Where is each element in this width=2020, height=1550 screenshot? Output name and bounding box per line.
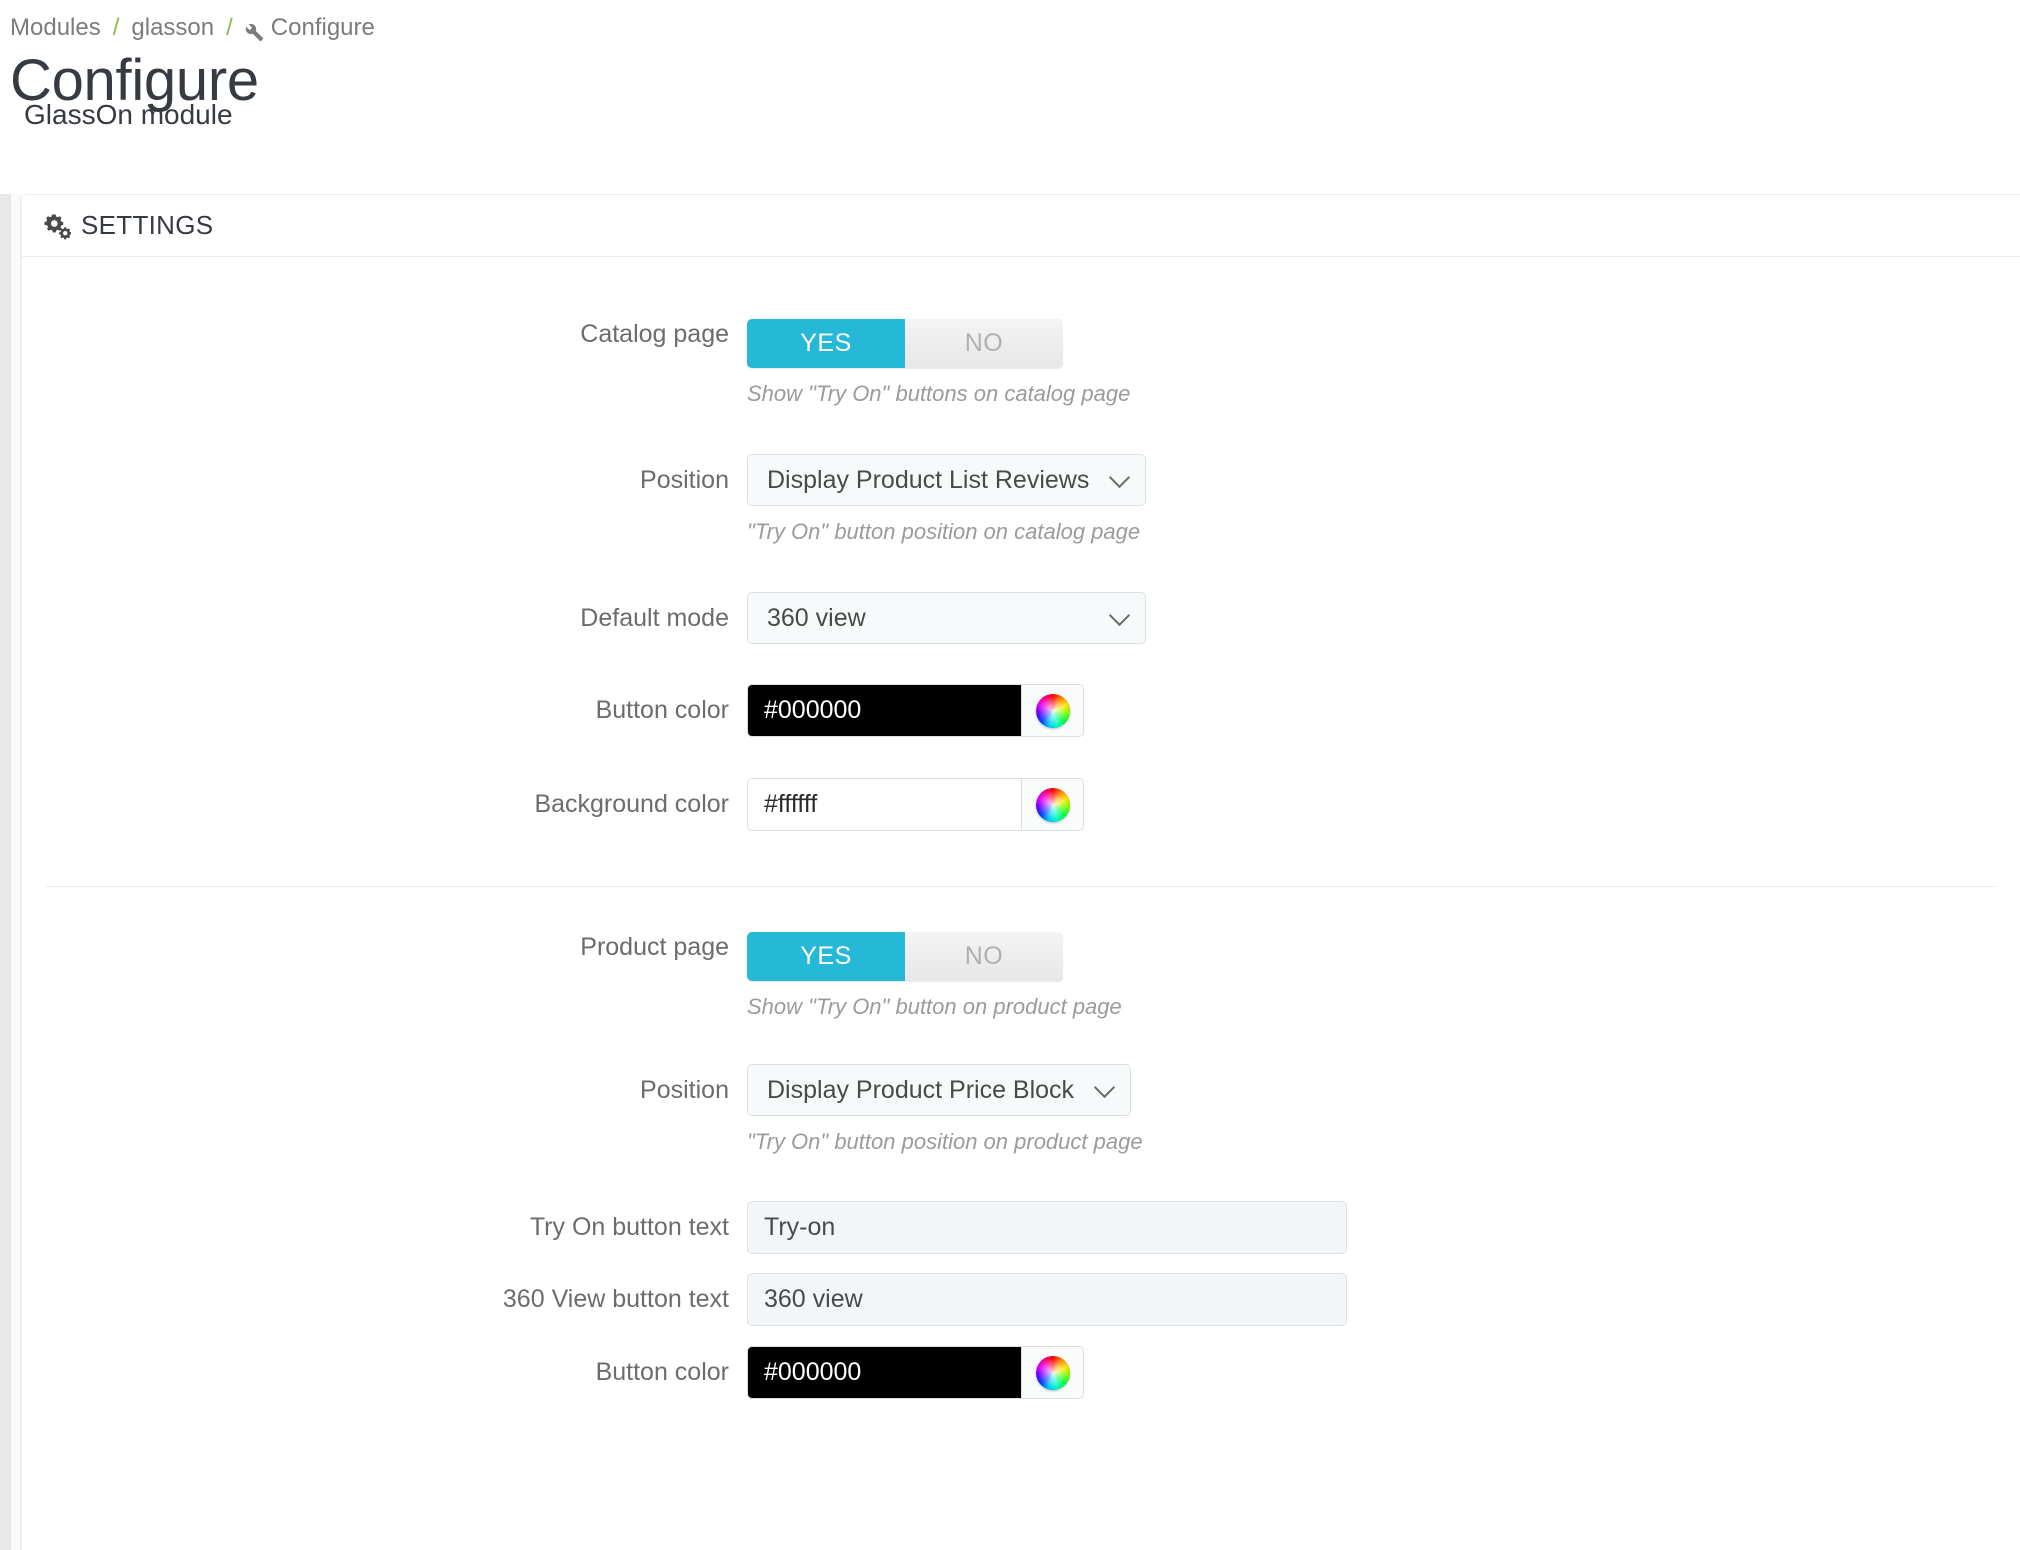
settings-panel-header: SETTINGS <box>22 195 2020 256</box>
select-default-mode[interactable]: 360 view <box>747 592 1146 644</box>
color-group-product-button: #000000 <box>747 1346 1084 1399</box>
color-wheel-icon <box>1036 1356 1070 1390</box>
form-row-360-view-button-text: 360 View button text <box>22 1273 2020 1326</box>
input-360-view-button-text[interactable] <box>747 1273 1347 1326</box>
breadcrumb-separator: / <box>226 14 233 42</box>
form-row-try-on-button-text: Try On button text <box>22 1201 2020 1254</box>
form-row-catalog-button-color: Button color #000000 <box>22 684 2020 737</box>
input-catalog-background-color[interactable]: #ffffff <box>748 779 1021 830</box>
help-catalog-position: "Try On" button position on catalog page <box>747 518 2020 547</box>
label-product-position: Position <box>22 1064 747 1105</box>
color-wheel-icon <box>1036 788 1070 822</box>
label-catalog-button-color: Button color <box>22 684 747 725</box>
help-product-page: Show "Try On" button on product page <box>747 993 2020 1022</box>
label-default-mode: Default mode <box>22 592 747 633</box>
breadcrumb-separator: / <box>113 14 120 42</box>
catalog-background-color-picker-button[interactable] <box>1021 779 1083 830</box>
select-product-position[interactable]: Display Product Price Block <box>747 1064 1131 1116</box>
toggle-catalog-page-no[interactable]: NO <box>905 319 1063 368</box>
breadcrumb-item-modules[interactable]: Modules <box>10 14 101 42</box>
product-button-color-picker-button[interactable] <box>1021 1347 1083 1398</box>
select-catalog-position[interactable]: Display Product List Reviews <box>747 454 1146 506</box>
settings-panel-title: SETTINGS <box>81 210 213 241</box>
configure-page: Modules / glasson / Configure Configure … <box>0 0 2020 1550</box>
color-group-catalog-button: #000000 <box>747 684 1084 737</box>
wrench-icon <box>245 21 264 40</box>
settings-panel: SETTINGS Catalog page YES NO Show "Try O… <box>21 194 2020 1550</box>
toggle-catalog-page[interactable]: YES NO <box>747 319 1063 368</box>
help-catalog-page: Show "Try On" buttons on catalog page <box>747 380 2020 409</box>
settings-form: Catalog page YES NO Show "Try On" button… <box>22 257 2020 1399</box>
label-try-on-button-text: Try On button text <box>22 1201 747 1242</box>
select-catalog-position-value: Display Product List Reviews <box>748 455 1145 505</box>
input-catalog-button-color[interactable]: #000000 <box>748 685 1021 736</box>
breadcrumb-item-configure-label: Configure <box>271 14 375 42</box>
label-catalog-position: Position <box>22 454 747 495</box>
page-header: Configure GlassOn module <box>10 52 259 131</box>
color-wheel-icon <box>1036 694 1070 728</box>
label-catalog-background-color: Background color <box>22 778 747 819</box>
breadcrumb-item-glasson[interactable]: glasson <box>131 14 214 42</box>
form-row-catalog-position: Position Display Product List Reviews "T… <box>22 454 2020 547</box>
label-360-view-button-text: 360 View button text <box>22 1273 747 1314</box>
gears-icon <box>43 214 71 240</box>
label-product-button-color: Button color <box>22 1346 747 1387</box>
left-gutter <box>0 194 11 1550</box>
toggle-product-page[interactable]: YES NO <box>747 932 1063 981</box>
form-row-product-position: Position Display Product Price Block "Tr… <box>22 1064 2020 1157</box>
help-product-position: "Try On" button position on product page <box>747 1128 2020 1157</box>
form-row-product-button-color: Button color #000000 <box>22 1346 2020 1399</box>
label-product-page: Product page <box>22 932 747 962</box>
left-gutter-inner <box>11 194 21 1550</box>
breadcrumb: Modules / glasson / Configure <box>10 14 375 42</box>
color-group-catalog-background: #ffffff <box>747 778 1084 831</box>
form-row-product-page: Product page YES NO Show "Try On" button… <box>22 932 2020 1022</box>
input-try-on-button-text[interactable] <box>747 1201 1347 1254</box>
toggle-catalog-page-yes[interactable]: YES <box>747 319 905 368</box>
toggle-product-page-yes[interactable]: YES <box>747 932 905 981</box>
form-row-catalog-page: Catalog page YES NO Show "Try On" button… <box>22 319 2020 409</box>
select-default-mode-value: 360 view <box>748 593 1145 643</box>
select-product-position-value: Display Product Price Block <box>748 1065 1130 1115</box>
label-catalog-page: Catalog page <box>22 319 747 349</box>
input-product-button-color[interactable]: #000000 <box>748 1347 1021 1398</box>
form-row-catalog-background-color: Background color #ffffff <box>22 778 2020 831</box>
catalog-button-color-picker-button[interactable] <box>1021 685 1083 736</box>
section-separator <box>46 886 1996 887</box>
breadcrumb-item-configure: Configure <box>245 14 375 42</box>
toggle-product-page-no[interactable]: NO <box>905 932 1063 981</box>
form-row-default-mode: Default mode 360 view <box>22 592 2020 644</box>
page-subtitle: GlassOn module <box>24 100 259 131</box>
